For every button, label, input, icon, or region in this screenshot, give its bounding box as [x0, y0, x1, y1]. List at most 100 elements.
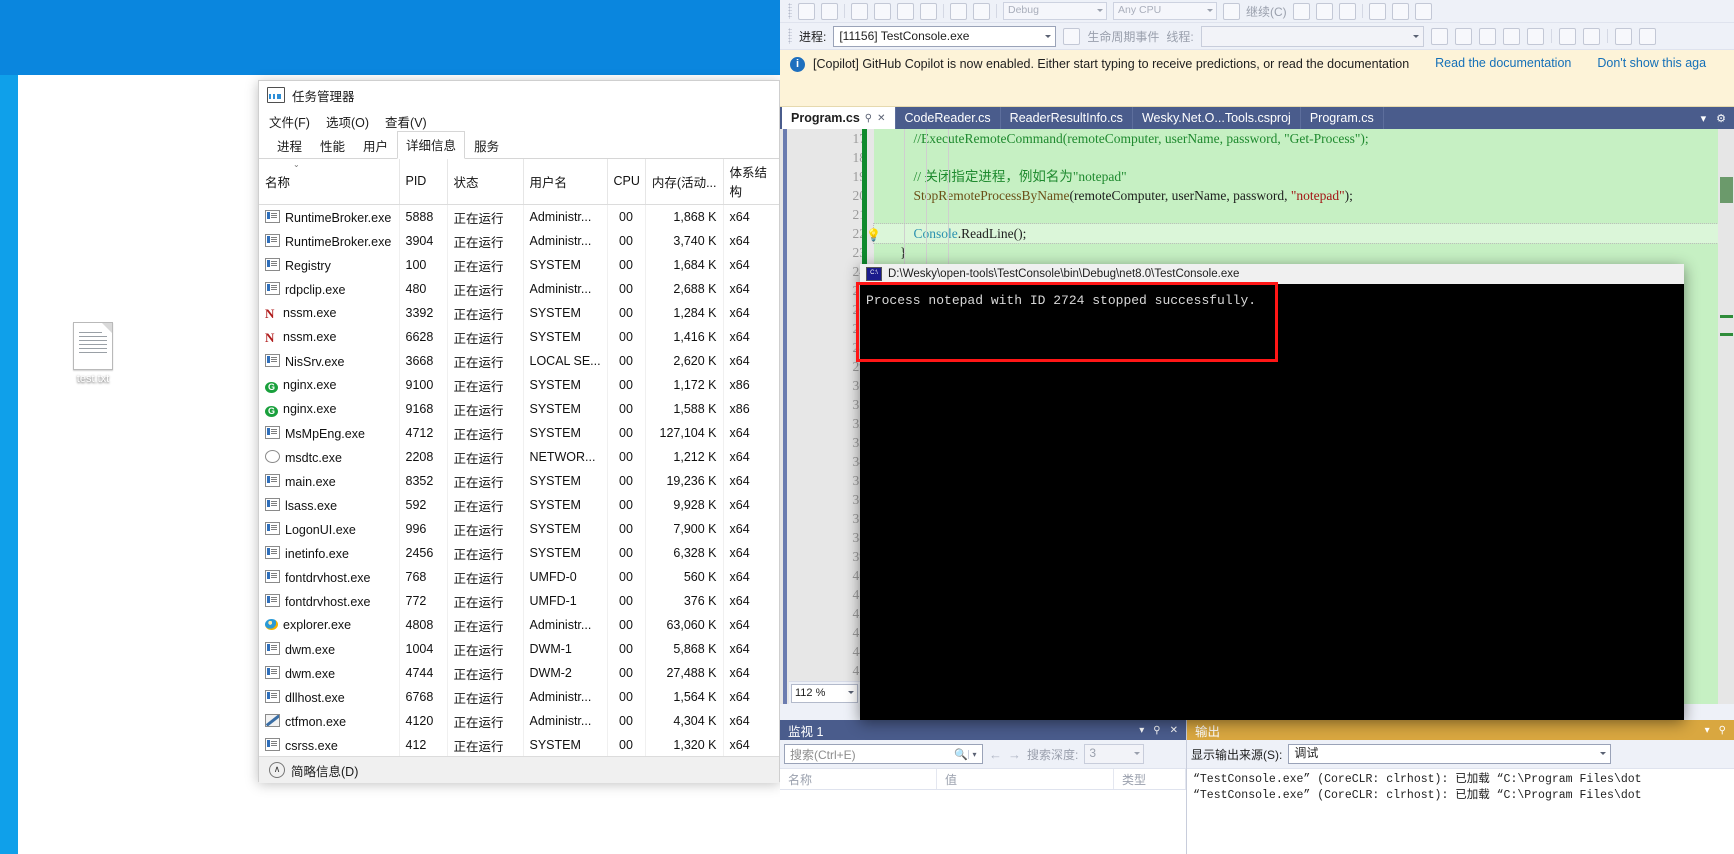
chevron-down-icon[interactable]: ▾	[1139, 725, 1144, 736]
table-row[interactable]: explorer.exe 4808 正在运行 Administr... 00 63,060…	[259, 613, 779, 637]
scrollbar-thumb[interactable]	[1720, 177, 1733, 203]
task-manager-menubar[interactable]: 文件(F) 选项(O) 查看(V)	[259, 109, 779, 133]
flag-group-icon[interactable]	[1454, 27, 1472, 45]
col-name[interactable]: ⌄ 名称	[259, 159, 400, 205]
task-manager-window[interactable]: 任务管理器 文件(F) 选项(O) 查看(V) 进程 性能 用户 详细信息 服务…	[258, 80, 780, 783]
output-log-text[interactable]: “TestConsole.exe” (CoreCLR: clrhost): 已加…	[1187, 769, 1734, 854]
dont-show-again-link[interactable]: Don't show this aga	[1597, 56, 1706, 70]
table-row[interactable]: Gnginx.exe 9100 正在运行 SYSTEM 00 1,172 Kx86	[259, 373, 779, 397]
code-line[interactable]: 20 StopRemoteProcessByName(remoteCompute…	[853, 186, 1718, 205]
table-row[interactable]: RuntimeBroker.exe 3904 正在运行 Administr... 00 3…	[259, 229, 779, 253]
step-over-icon[interactable]	[1368, 2, 1386, 20]
tab-codereader-cs[interactable]: CodeReader.cs	[895, 107, 1001, 129]
chevron-up-icon[interactable]: ∧	[269, 762, 285, 778]
arrow-right-icon[interactable]: →	[1008, 747, 1021, 762]
vs-standard-toolbar[interactable]: Debug Any CPU 继续(C)	[780, 0, 1734, 23]
tab-users[interactable]: 用户	[354, 132, 397, 159]
watch-search-input[interactable]: 搜索(Ctrl+E) 🔍 ▾	[784, 744, 983, 764]
spellcheck-abc-icon[interactable]	[1526, 27, 1544, 45]
code-line[interactable]: 23}	[853, 243, 1718, 262]
col-pid[interactable]: PID	[399, 159, 448, 205]
menu-view[interactable]: 查看(V)	[385, 112, 427, 131]
tab-processes[interactable]: 进程	[268, 132, 311, 159]
nav-forward-icon[interactable]	[973, 2, 990, 20]
table-row[interactable]: MsMpEng.exe 4712 正在运行 SYSTEM 00 127,104 Kx64	[259, 421, 779, 445]
table-row[interactable]: Registry 100 正在运行 SYSTEM 00 1,684 Kx64	[259, 253, 779, 277]
table-row[interactable]: csrss.exe 412 正在运行 SYSTEM 00 1,320 Kx64	[259, 733, 779, 756]
toolbar-grip[interactable]	[788, 3, 792, 19]
flag-icon[interactable]	[1430, 27, 1448, 45]
magnifier-icon[interactable]: 🔍	[954, 748, 968, 761]
table-row[interactable]: rdpclip.exe 480 正在运行 Administr... 00 2,688 Kx…	[259, 277, 779, 301]
table-row[interactable]: msdtc.exe 2208 正在运行 NETWOR... 00 1,212 Kx64	[259, 445, 779, 469]
table-row[interactable]: Gnginx.exe 9168 正在运行 SYSTEM 00 1,588 Kx86	[259, 397, 779, 421]
tab-details[interactable]: 详细信息	[397, 131, 466, 159]
pause-icon[interactable]	[1292, 2, 1310, 20]
columns-icon[interactable]	[1502, 27, 1520, 45]
tab-readerresultinfo-cs[interactable]: ReaderResultInfo.cs	[1000, 107, 1133, 129]
output-source-select[interactable]: 调试	[1288, 744, 1612, 764]
pin-icon[interactable]: ⚲	[1719, 725, 1726, 736]
debug-toolbar-grip[interactable]	[788, 28, 792, 44]
watch-toolbar[interactable]: 搜索(Ctrl+E) 🔍 ▾ ← → 搜索深度: 3	[780, 740, 1186, 769]
code-line[interactable]: 22 💡 Console.ReadLine();	[853, 223, 1719, 244]
editor-vertical-scrollbar[interactable]	[1718, 129, 1734, 704]
code-line[interactable]: 19 // 关闭指定进程，例如名为"notepad"	[853, 167, 1718, 186]
watch-grid-body[interactable]	[780, 790, 1186, 854]
output-window[interactable]: 输出 ▾ ⚲ 显示输出来源(S): 调试 “TestConsole.exe” (…	[1187, 720, 1734, 854]
more-options-icon[interactable]	[1638, 27, 1656, 45]
redo-icon[interactable]	[821, 2, 838, 20]
table-row[interactable]: dwm.exe 4744 正在运行 DWM-2 00 27,488 Kx64	[259, 661, 779, 685]
stop-icon[interactable]	[1315, 2, 1333, 20]
step-into-icon[interactable]	[1391, 2, 1409, 20]
pointer-select-icon[interactable]	[1558, 27, 1576, 45]
table-row[interactable]: fontdrvhost.exe 772 正在运行 UMFD-1 00 376 Kx64	[259, 589, 779, 613]
align-icon[interactable]	[1614, 27, 1632, 45]
read-documentation-link[interactable]: Read the documentation	[1435, 56, 1571, 70]
code-line[interactable]: 18	[853, 148, 1718, 167]
console-output[interactable]: Process notepad with ID 2724 stopped suc…	[860, 284, 1684, 720]
table-header-row[interactable]: ⌄ 名称 PID 状态 用户名 CPU 内存(活动... 体系结构	[259, 159, 779, 205]
task-manager-tabs[interactable]: 进程 性能 用户 详细信息 服务	[259, 131, 779, 159]
watch-col-name[interactable]: 名称	[780, 769, 937, 789]
copilot-notification-bar[interactable]: i [Copilot] GitHub Copilot is now enable…	[780, 50, 1734, 107]
table-row[interactable]: main.exe 8352 正在运行 SYSTEM 00 19,236 Kx64	[259, 469, 779, 493]
close-icon[interactable]: ✕	[877, 113, 885, 124]
process-combo[interactable]: [11156] TestConsole.exe	[833, 25, 1057, 47]
zoom-level-select[interactable]: 112 %	[791, 683, 858, 703]
gear-icon[interactable]: ⚙	[1716, 112, 1726, 125]
compare-icon[interactable]	[1582, 27, 1600, 45]
code-line[interactable]: 17 //ExecuteRemoteCommand(remoteComputer…	[853, 129, 1718, 148]
console-titlebar[interactable]: C:\ D:\Wesky\open-tools\TestConsole\bin\…	[860, 264, 1684, 284]
task-manager-statusbar[interactable]: ∧ 简略信息(D)	[259, 756, 779, 783]
table-row[interactable]: fontdrvhost.exe 768 正在运行 UMFD-0 00 560 Kx64	[259, 565, 779, 589]
table-row[interactable]: Nnssm.exe 6628 正在运行 SYSTEM 00 1,416 Kx64	[259, 325, 779, 349]
lifecycle-label[interactable]: 生命周期事件	[1087, 28, 1159, 45]
process-list[interactable]: ⌄ 名称 PID 状态 用户名 CPU 内存(活动... 体系结构 Runtime…	[259, 159, 779, 756]
close-icon[interactable]: ✕	[1170, 725, 1178, 736]
nav-back-icon[interactable]	[950, 2, 967, 20]
thread-combo[interactable]	[1200, 25, 1424, 47]
output-toolbar[interactable]: 显示输出来源(S): 调试	[1187, 740, 1734, 769]
table-row[interactable]: inetinfo.exe 2456 正在运行 SYSTEM 00 6,328 Kx64	[259, 541, 779, 565]
chevron-down-icon[interactable]: ▾	[1705, 725, 1710, 736]
table-row[interactable]: ctfmon.exe 4120 正在运行 Administr... 00 4,304 Kx…	[259, 709, 779, 733]
copy-icon[interactable]	[851, 2, 868, 20]
config-combo[interactable]: Debug	[1003, 2, 1107, 20]
tab-program-cs-second[interactable]: Program.cs	[1300, 107, 1384, 129]
search-options-icon[interactable]: ▾	[968, 749, 980, 759]
save-all-icon[interactable]	[920, 2, 937, 20]
open-folder-icon[interactable]	[874, 2, 891, 20]
continue-label[interactable]: 继续(C)	[1246, 3, 1287, 20]
tab-csproj[interactable]: Wesky.Net.O...Tools.csproj	[1132, 107, 1301, 129]
chevron-down-icon[interactable]: ▾	[1701, 112, 1707, 125]
pin-icon[interactable]: ⚲	[1153, 725, 1160, 736]
watch-col-type[interactable]: 类型	[1114, 769, 1186, 789]
col-cpu[interactable]: CPU	[607, 159, 646, 205]
swap-icon[interactable]	[1478, 27, 1496, 45]
bottom-tool-windows[interactable]: 监视 1 ▾ ⚲ ✕ 搜索(Ctrl+E) 🔍 ▾ ← → 搜索深度: 3 名称…	[780, 720, 1734, 854]
step-out-icon[interactable]	[1414, 2, 1432, 20]
code-line[interactable]: 21	[853, 205, 1718, 224]
arrow-left-icon[interactable]: ←	[989, 747, 1002, 762]
start-debug-icon[interactable]	[1223, 2, 1240, 20]
